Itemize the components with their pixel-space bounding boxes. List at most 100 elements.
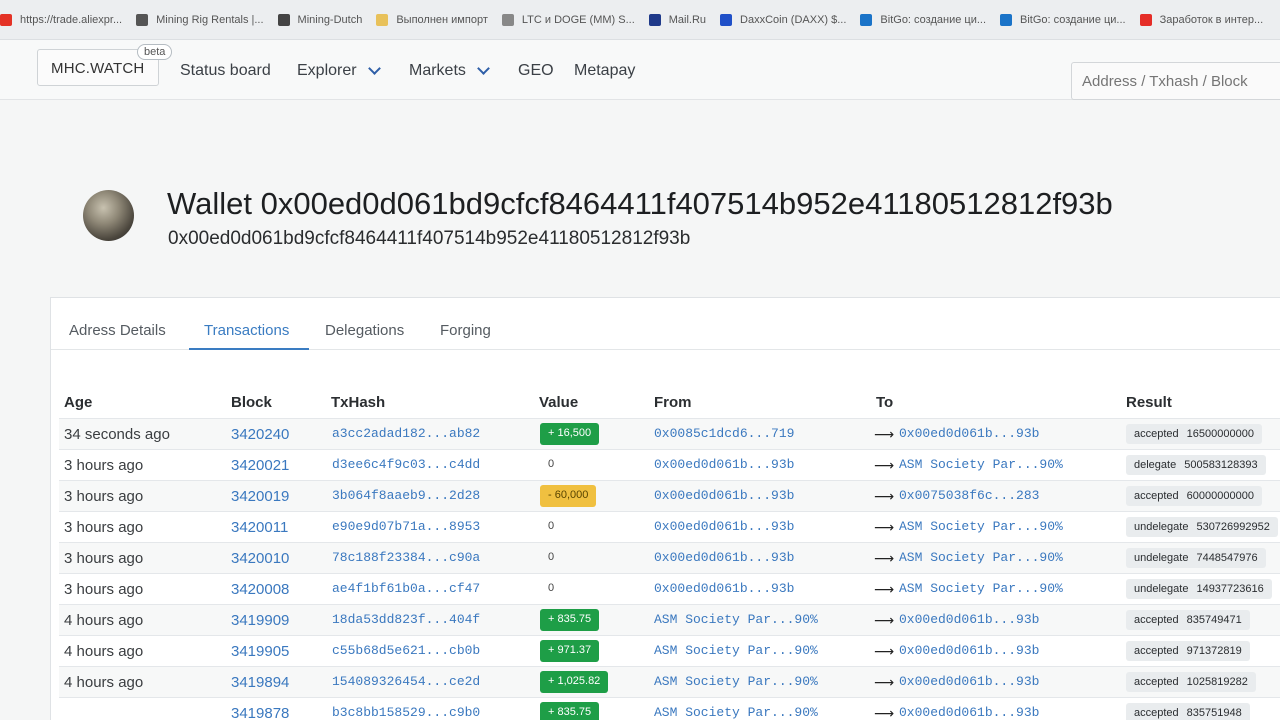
- to-link[interactable]: 0x0075038f6c...283: [899, 488, 1039, 503]
- block-link[interactable]: 3420019: [231, 488, 289, 505]
- tab-forging[interactable]: Forging: [440, 322, 491, 339]
- nav-geo[interactable]: GEO: [518, 62, 554, 80]
- chevron-down-icon: [367, 62, 381, 75]
- bookmark-item[interactable]: DaxxCoin (DAXX) $...: [720, 13, 846, 26]
- bookmark-item[interactable]: BitGo: создание ци...: [860, 13, 986, 26]
- txhash-link[interactable]: d3ee6c4f9c03...c4dd: [332, 457, 480, 472]
- txhash-link[interactable]: a3cc2adad182...ab82: [332, 426, 480, 441]
- tab-address-details[interactable]: Adress Details: [69, 322, 166, 339]
- result-amount: 60000000000: [1186, 490, 1254, 502]
- result-badge: undelegate 7448547976: [1126, 548, 1266, 568]
- tab-transactions[interactable]: Transactions: [204, 322, 289, 339]
- nav-markets-dropdown[interactable]: Markets: [409, 62, 490, 80]
- nav-metapay[interactable]: Metapay: [574, 62, 635, 80]
- value-cell: 0: [548, 582, 555, 594]
- age-cell: 3 hours ago: [64, 457, 144, 474]
- wallet-address: 0x00ed0d061bd9cfcf8464411f407514b952e411…: [168, 228, 691, 249]
- nav-status-board[interactable]: Status board: [180, 62, 271, 80]
- bookmark-item[interactable]: Выполнен импорт: [376, 13, 488, 26]
- header-result: Result: [1126, 394, 1172, 411]
- block-link[interactable]: 3419905: [231, 643, 289, 660]
- from-link[interactable]: ASM Society Par...90%: [654, 674, 818, 689]
- from-link[interactable]: 0x0085c1dcd6...719: [654, 426, 794, 441]
- result-amount: 835749471: [1186, 614, 1242, 626]
- table-row: 3 hours ago 3420008 ae4f1bf61b0a...cf47 0 0x…: [59, 573, 1280, 604]
- to-link[interactable]: ASM Society Par...90%: [899, 519, 1063, 534]
- result-amount: 500583128393: [1184, 459, 1258, 471]
- bookmark-item[interactable]: Mail.Ru: [648, 13, 706, 26]
- arrow-right-icon: ⟶: [874, 705, 895, 720]
- to-link[interactable]: 0x00ed0d061b...93b: [899, 705, 1039, 720]
- block-link[interactable]: 3419894: [231, 674, 289, 691]
- to-link[interactable]: 0x00ed0d061b...93b: [899, 612, 1039, 627]
- result-status: undelegate: [1134, 521, 1189, 533]
- txhash-link[interactable]: 78c188f23384...c90a: [332, 550, 480, 565]
- txhash-link[interactable]: c55b68d5e621...cb0b: [332, 643, 480, 658]
- from-link[interactable]: 0x00ed0d061b...93b: [654, 457, 794, 472]
- from-link[interactable]: 0x00ed0d061b...93b: [654, 488, 794, 503]
- daxx-icon: [720, 13, 733, 26]
- bookmark-item[interactable]: https://trade.aliexpr...: [0, 13, 122, 26]
- to-link[interactable]: 0x00ed0d061b...93b: [899, 426, 1039, 441]
- table-row: 3 hours ago 3420019 3b064f8aaeb9...2d28 - 6…: [59, 480, 1280, 511]
- result-status: accepted: [1134, 428, 1179, 440]
- block-link[interactable]: 3420011: [231, 519, 288, 536]
- from-link[interactable]: 0x00ed0d061b...93b: [654, 581, 794, 596]
- beta-badge: beta: [137, 44, 173, 60]
- table-row: 3 hours ago 3420010 78c188f23384...c90a 0 0x…: [59, 542, 1280, 573]
- block-link[interactable]: 3420008: [231, 581, 289, 598]
- page-title: Wallet 0x00ed0d061bd9cfcf8464411f407514b…: [167, 186, 1113, 221]
- bookmark-label: Заработок в интер...: [1159, 13, 1264, 26]
- value-badge: + 835.75: [540, 702, 600, 720]
- from-link[interactable]: ASM Society Par...90%: [654, 612, 818, 627]
- result-status: accepted: [1134, 645, 1179, 657]
- txhash-link[interactable]: ae4f1bf61b0a...cf47: [332, 581, 480, 596]
- from-link[interactable]: ASM Society Par...90%: [654, 705, 818, 720]
- result-amount: 14937723616: [1196, 583, 1264, 595]
- age-cell: 4 hours ago: [64, 612, 144, 629]
- result-status: undelegate: [1134, 552, 1189, 564]
- block-link[interactable]: 3419909: [231, 612, 289, 629]
- bookmark-item[interactable]: Mining-Dutch: [277, 13, 362, 26]
- from-link[interactable]: ASM Society Par...90%: [654, 643, 818, 658]
- block-link[interactable]: 3419878: [231, 705, 289, 720]
- table-row: 34 seconds ago 3420240 a3cc2adad182...ab82…: [59, 418, 1280, 449]
- bookmark-item[interactable]: Заработок в интер...: [1139, 13, 1264, 26]
- txhash-link[interactable]: 18da53dd823f...404f: [332, 612, 480, 627]
- block-link[interactable]: 3420021: [231, 457, 289, 474]
- txhash-link[interactable]: 3b064f8aaeb9...2d28: [332, 488, 480, 503]
- value-cell: 0: [548, 458, 555, 470]
- txhash-link[interactable]: e90e9d07b71a...8953: [332, 519, 480, 534]
- to-link[interactable]: ASM Society Par...90%: [899, 581, 1063, 596]
- shield-icon: [1000, 13, 1013, 26]
- table-row: 4 hours ago 3419905 c55b68d5e621...cb0b + 9…: [59, 635, 1280, 666]
- table-row: 3419878 b3c8bb158529...c9b0 + 835.75 ASM So…: [59, 697, 1280, 720]
- result-status: delegate: [1134, 459, 1177, 471]
- nav-metapay-label: Metapay: [574, 62, 636, 79]
- to-link[interactable]: ASM Society Par...90%: [899, 550, 1063, 565]
- to-link[interactable]: 0x00ed0d061b...93b: [899, 643, 1039, 658]
- value-badge: + 971.37: [540, 640, 600, 662]
- txhash-link[interactable]: b3c8bb158529...c9b0: [332, 705, 480, 720]
- txhash-link[interactable]: 154089326454...ce2d: [332, 674, 480, 689]
- to-link[interactable]: 0x00ed0d061b...93b: [899, 674, 1039, 689]
- bookmark-item[interactable]: BitGo: создание ци...: [1000, 13, 1126, 26]
- age-cell: 3 hours ago: [64, 550, 144, 567]
- bookmark-item[interactable]: LTC и DOGE (MM) S...: [501, 13, 635, 26]
- result-amount: 530726992952: [1196, 521, 1270, 533]
- nav-geo-label: GEO: [518, 62, 554, 79]
- active-tab-indicator: [189, 348, 309, 350]
- block-link[interactable]: 3420010: [231, 550, 289, 567]
- nav-explorer-dropdown[interactable]: Explorer: [297, 62, 381, 80]
- brand-logo-button[interactable]: MHC.WATCH beta: [37, 44, 173, 86]
- from-link[interactable]: 0x00ed0d061b...93b: [654, 550, 794, 565]
- tab-delegations[interactable]: Delegations: [325, 322, 404, 339]
- bookmark-item[interactable]: Mining Rig Rentals |...: [136, 13, 264, 26]
- result-status: accepted: [1134, 614, 1179, 626]
- search-input[interactable]: [1071, 62, 1280, 100]
- result-status: undelegate: [1134, 583, 1189, 595]
- brand-name: MHC.WATCH: [51, 60, 145, 77]
- to-link[interactable]: ASM Society Par...90%: [899, 457, 1063, 472]
- block-link[interactable]: 3420240: [231, 426, 289, 443]
- from-link[interactable]: 0x00ed0d061b...93b: [654, 519, 794, 534]
